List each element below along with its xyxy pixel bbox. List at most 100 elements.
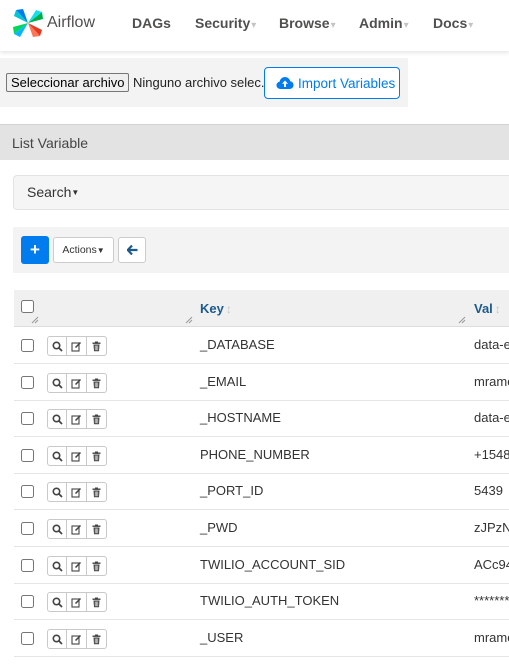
column-val-label: Val: [474, 301, 493, 316]
import-variables-label: Import Variables: [298, 75, 396, 91]
nav-security[interactable]: Security▾: [195, 15, 256, 31]
search-panel: Search▼: [13, 175, 509, 210]
caret-down-icon: ▼: [71, 188, 80, 197]
row-checkbox[interactable]: [21, 522, 34, 535]
row-edit-button[interactable]: [67, 630, 87, 648]
search-icon: [52, 633, 63, 645]
row-edit-button[interactable]: [67, 374, 87, 392]
search-icon: [52, 450, 63, 462]
row-search-button[interactable]: [48, 520, 68, 538]
search-toggle[interactable]: Search▼: [27, 184, 79, 200]
variable-val: +1548: [474, 447, 509, 462]
back-button[interactable]: [118, 237, 146, 263]
row-edit-button[interactable]: [67, 520, 87, 538]
row-edit-button[interactable]: [67, 337, 87, 355]
row-edit-button[interactable]: [67, 483, 87, 501]
variable-key: PHONE_NUMBER: [200, 447, 310, 462]
airflow-brand[interactable]: Airflow: [12, 6, 95, 40]
column-key-label: Key: [200, 301, 224, 316]
chevron-down-icon: ▾: [330, 20, 336, 31]
row-trash-button[interactable]: [87, 337, 106, 355]
search-icon: [52, 413, 63, 425]
sort-icon: ↕: [225, 302, 232, 316]
row-trash-button[interactable]: [87, 520, 106, 538]
trash-icon: [92, 378, 101, 388]
table-row: TWILIO_ACCOUNT_SID ACc94: [14, 547, 509, 584]
edit-icon: [71, 451, 82, 462]
row-actions: [47, 556, 107, 576]
table-row: _DATABASE data-e: [14, 327, 509, 364]
airflow-logo-icon: [13, 9, 43, 37]
row-search-button[interactable]: [48, 374, 68, 392]
row-search-button[interactable]: [48, 410, 68, 428]
row-trash-button[interactable]: [87, 593, 106, 611]
table-row: _EMAIL mramo: [14, 364, 509, 401]
variable-val: mramo: [474, 374, 509, 389]
add-variable-button[interactable]: +: [21, 236, 49, 264]
actions-dropdown[interactable]: Actions ▼: [53, 237, 114, 263]
nav-browse[interactable]: Browse▾: [279, 15, 336, 31]
variable-key: _DATABASE: [200, 337, 275, 352]
variable-key: _HOSTNAME: [200, 410, 281, 425]
edit-icon: [71, 414, 82, 425]
choose-file-button[interactable]: Seleccionar archivo: [6, 73, 130, 92]
row-trash-button[interactable]: [87, 374, 106, 392]
nav-docs-label: Docs: [433, 15, 468, 31]
row-checkbox[interactable]: [21, 632, 34, 645]
search-icon: [52, 377, 63, 389]
variable-key: _PORT_ID: [200, 483, 264, 498]
arrow-left-icon: [126, 245, 137, 255]
trash-icon: [92, 451, 101, 461]
row-checkbox[interactable]: [21, 412, 34, 425]
row-checkbox[interactable]: [21, 376, 34, 389]
row-search-button[interactable]: [48, 337, 68, 355]
row-search-button[interactable]: [48, 483, 68, 501]
row-trash-button[interactable]: [87, 447, 106, 465]
import-variables-button[interactable]: Import Variables: [264, 67, 400, 99]
variable-key: TWILIO_ACCOUNT_SID: [200, 557, 346, 572]
row-checkbox[interactable]: [21, 595, 34, 608]
row-trash-button[interactable]: [87, 630, 106, 648]
nav-dags[interactable]: DAGs: [132, 15, 171, 31]
table-row: _PWD zJPzN: [14, 510, 509, 547]
chevron-down-icon: ▾: [468, 20, 474, 31]
column-header-val[interactable]: Val ↕: [474, 301, 501, 316]
row-checkbox[interactable]: [21, 485, 34, 498]
caret-down-icon: ▼: [96, 245, 105, 255]
trash-icon: [92, 561, 101, 571]
select-all-checkbox[interactable]: [21, 300, 34, 313]
edit-icon: [71, 487, 82, 498]
row-checkbox[interactable]: [21, 559, 34, 572]
list-toolbar: + Actions ▼: [13, 227, 509, 273]
row-checkbox[interactable]: [21, 449, 34, 462]
variable-val: mramo: [474, 630, 509, 645]
row-search-button[interactable]: [48, 630, 68, 648]
table-row: _HOSTNAME data-e: [14, 400, 509, 437]
nav-security-label: Security: [195, 15, 251, 31]
cloud-upload-icon: [276, 77, 294, 89]
resize-grip-icon: [31, 316, 39, 324]
row-edit-button[interactable]: [67, 410, 87, 428]
trash-icon: [92, 341, 101, 351]
row-search-button[interactable]: [48, 557, 68, 575]
row-trash-button[interactable]: [87, 410, 106, 428]
column-header-key[interactable]: Key ↕: [200, 301, 232, 316]
row-search-button[interactable]: [48, 447, 68, 465]
nav-admin[interactable]: Admin▾: [359, 15, 409, 31]
nav-docs[interactable]: Docs▾: [433, 15, 473, 31]
variable-val: 5439: [474, 483, 503, 498]
trash-icon: [92, 634, 101, 644]
row-edit-button[interactable]: [67, 447, 87, 465]
row-search-button[interactable]: [48, 593, 68, 611]
trash-icon: [92, 414, 101, 424]
row-checkbox[interactable]: [21, 339, 34, 352]
search-icon: [52, 523, 63, 535]
table-row: TWILIO_AUTH_TOKEN *******: [14, 583, 509, 620]
trash-icon: [92, 597, 101, 607]
row-trash-button[interactable]: [87, 557, 106, 575]
search-icon: [52, 560, 63, 572]
row-trash-button[interactable]: [87, 483, 106, 501]
row-edit-button[interactable]: [67, 593, 87, 611]
table-row: _USER mramo: [14, 620, 509, 657]
row-edit-button[interactable]: [67, 557, 87, 575]
